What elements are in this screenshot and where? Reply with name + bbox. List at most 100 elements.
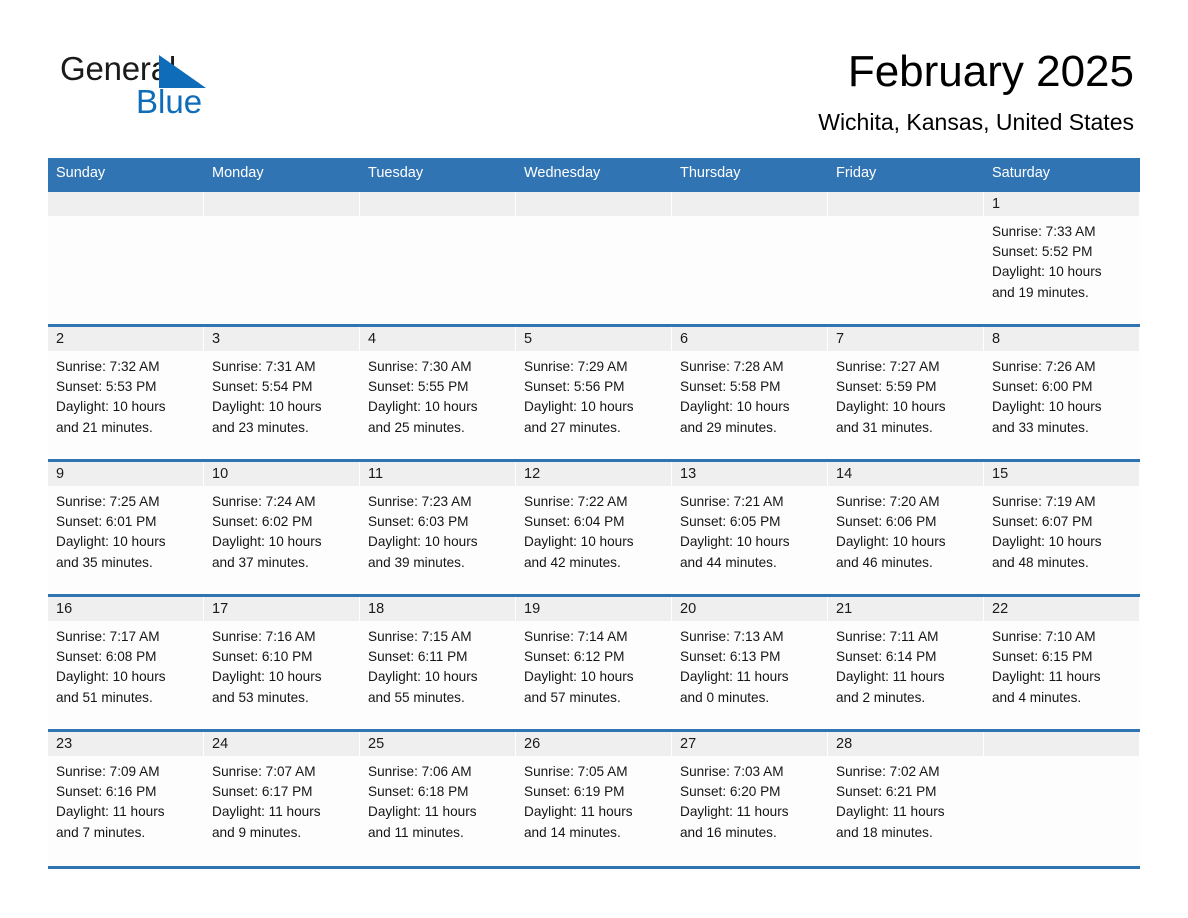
sunrise-text: Sunrise: 7:06 AM [368,764,472,779]
day-number: 19 [516,597,672,621]
calendar-day-cell[interactable]: 1 Sunrise: 7:33 AM Sunset: 5:52 PM Daylight… [984,189,1140,326]
calendar-day-cell[interactable]: 17 Sunrise: 7:16 AM Sunset: 6:10 PM Dayligh… [204,594,360,731]
page-header: General Blue February 2025 Wichita, Kans… [48,40,1140,148]
sunrise-text: Sunrise: 7:03 AM [680,764,784,779]
calendar-day-cell[interactable]: 19 Sunrise: 7:14 AM Sunset: 6:12 PM Dayligh… [516,594,672,731]
sunrise-text: Sunrise: 7:28 AM [680,359,784,374]
daylight-text: Daylight: 10 hours [992,264,1102,280]
day-details: Sunrise: 7:10 AM Sunset: 6:15 PM Daylight:… [984,621,1140,708]
sunrise-text: Sunrise: 7:07 AM [212,764,316,779]
daylight-text: Daylight: 10 hours [212,399,322,415]
daylight-text: Daylight: 10 hours [524,399,634,415]
weekday-header-tuesday: Tuesday [360,158,516,191]
calendar-day-cell[interactable]: 3 Sunrise: 7:31 AM Sunset: 5:54 PM Daylight… [204,324,360,461]
day-cell-inner: 12 Sunrise: 7:22 AM Sunset: 6:04 PM Dayligh… [516,462,672,594]
day-cell-inner: 15 Sunrise: 7:19 AM Sunset: 6:07 PM Dayligh… [984,462,1140,594]
day-cell-inner: 14 Sunrise: 7:20 AM Sunset: 6:06 PM Dayligh… [828,462,984,594]
calendar-day-cell[interactable]: 20 Sunrise: 7:13 AM Sunset: 6:13 PM Dayligh… [672,594,828,731]
sunrise-text: Sunrise: 7:32 AM [56,359,160,374]
calendar-week-row: 9 Sunrise: 7:25 AM Sunset: 6:01 PM Daylight… [48,459,1140,596]
calendar-day-cell[interactable]: 13 Sunrise: 7:21 AM Sunset: 6:05 PM Dayligh… [672,459,828,596]
calendar-day-cell[interactable]: 6 Sunrise: 7:28 AM Sunset: 5:58 PM Daylight… [672,324,828,461]
calendar-day-cell[interactable]: 25 Sunrise: 7:06 AM Sunset: 6:18 PM Dayligh… [360,729,516,866]
calendar-day-cell[interactable]: 4 Sunrise: 7:30 AM Sunset: 5:55 PM Daylight… [360,324,516,461]
sunrise-text: Sunrise: 7:15 AM [368,629,472,644]
calendar-week-row: 2 Sunrise: 7:32 AM Sunset: 5:53 PM Daylight… [48,324,1140,461]
day-details: Sunrise: 7:29 AM Sunset: 5:56 PM Daylight:… [516,351,672,438]
day-details: Sunrise: 7:11 AM Sunset: 6:14 PM Daylight:… [828,621,984,708]
sunset-text: Sunset: 5:53 PM [56,379,157,395]
sunrise-text: Sunrise: 7:31 AM [212,359,316,374]
calendar-day-cell[interactable]: 28 Sunrise: 7:02 AM Sunset: 6:21 PM Dayligh… [828,729,984,866]
daylight-text: Daylight: 11 hours [680,669,789,685]
calendar-day-cell[interactable]: 11 Sunrise: 7:23 AM Sunset: 6:03 PM Dayligh… [360,459,516,596]
day-cell-inner: 13 Sunrise: 7:21 AM Sunset: 6:05 PM Dayligh… [672,462,828,594]
calendar-day-cell[interactable]: 24 Sunrise: 7:07 AM Sunset: 6:17 PM Dayligh… [204,729,360,866]
sunrise-text: Sunrise: 7:20 AM [836,494,940,509]
day-number: 20 [672,597,828,621]
sunrise-text: Sunrise: 7:19 AM [992,494,1096,509]
calendar-day-cell[interactable]: 22 Sunrise: 7:10 AM Sunset: 6:15 PM Dayligh… [984,594,1140,731]
day-cell-inner [360,192,516,324]
day-number: 11 [360,462,516,486]
calendar-day-cell[interactable]: 26 Sunrise: 7:05 AM Sunset: 6:19 PM Dayligh… [516,729,672,866]
day-number: 7 [828,327,984,351]
calendar-week-row: 23 Sunrise: 7:09 AM Sunset: 6:16 PM Dayligh… [48,729,1140,866]
sunrise-text: Sunrise: 7:10 AM [992,629,1096,644]
day-cell-inner: 10 Sunrise: 7:24 AM Sunset: 6:02 PM Dayligh… [204,462,360,594]
day-number: 14 [828,462,984,486]
day-details: Sunrise: 7:13 AM Sunset: 6:13 PM Daylight:… [672,621,828,708]
sunset-text: Sunset: 5:55 PM [368,379,469,395]
daylight-text: Daylight: 11 hours [836,804,945,820]
calendar-day-cell[interactable]: 12 Sunrise: 7:22 AM Sunset: 6:04 PM Dayligh… [516,459,672,596]
sunrise-text: Sunrise: 7:27 AM [836,359,940,374]
sunset-text: Sunset: 6:16 PM [56,784,157,800]
weekday-header-saturday: Saturday [984,158,1140,191]
day-details: Sunrise: 7:16 AM Sunset: 6:10 PM Daylight:… [204,621,360,708]
calendar-day-cell[interactable]: 18 Sunrise: 7:15 AM Sunset: 6:11 PM Dayligh… [360,594,516,731]
sunrise-text: Sunrise: 7:23 AM [368,494,472,509]
daylight-text: Daylight: 11 hours [212,804,321,820]
day-number: 23 [48,732,204,756]
calendar-day-cell[interactable]: 16 Sunrise: 7:17 AM Sunset: 6:08 PM Dayligh… [48,594,204,731]
calendar-day-cell[interactable]: 2 Sunrise: 7:32 AM Sunset: 5:53 PM Daylight… [48,324,204,461]
weekday-header-wednesday: Wednesday [516,158,672,191]
day-details: Sunrise: 7:15 AM Sunset: 6:11 PM Daylight:… [360,621,516,708]
day-number [828,192,984,216]
day-number [360,192,516,216]
daylight-text: Daylight: 10 hours [56,669,166,685]
sunrise-text: Sunrise: 7:22 AM [524,494,628,509]
daylight-text: and 25 minutes. [368,419,465,435]
sunset-text: Sunset: 6:08 PM [56,649,157,665]
calendar-day-cell[interactable]: 21 Sunrise: 7:11 AM Sunset: 6:14 PM Dayligh… [828,594,984,731]
daylight-text: Daylight: 11 hours [680,804,789,820]
calendar-day-cell[interactable]: 5 Sunrise: 7:29 AM Sunset: 5:56 PM Daylight… [516,324,672,461]
generalblue-logo[interactable]: General Blue [60,50,260,126]
calendar-day-cell[interactable]: 10 Sunrise: 7:24 AM Sunset: 6:02 PM Dayligh… [204,459,360,596]
sunrise-text: Sunrise: 7:05 AM [524,764,628,779]
calendar-day-cell[interactable]: 9 Sunrise: 7:25 AM Sunset: 6:01 PM Daylight… [48,459,204,596]
day-number: 3 [204,327,360,351]
sunrise-text: Sunrise: 7:21 AM [680,494,784,509]
day-cell-inner: 3 Sunrise: 7:31 AM Sunset: 5:54 PM Daylight… [204,327,360,459]
sunrise-text: Sunrise: 7:33 AM [992,224,1096,239]
daylight-text: Daylight: 11 hours [524,804,633,820]
calendar-day-cell[interactable]: 15 Sunrise: 7:19 AM Sunset: 6:07 PM Dayligh… [984,459,1140,596]
day-cell-inner: 23 Sunrise: 7:09 AM Sunset: 6:16 PM Dayligh… [48,732,204,866]
calendar-day-cell[interactable]: 7 Sunrise: 7:27 AM Sunset: 5:59 PM Daylight… [828,324,984,461]
calendar-day-cell[interactable]: 14 Sunrise: 7:20 AM Sunset: 6:06 PM Dayligh… [828,459,984,596]
day-number: 2 [48,327,204,351]
calendar-day-cell[interactable]: 27 Sunrise: 7:03 AM Sunset: 6:20 PM Dayligh… [672,729,828,866]
calendar-day-cell[interactable]: 8 Sunrise: 7:26 AM Sunset: 6:00 PM Daylight… [984,324,1140,461]
sunset-text: Sunset: 6:00 PM [992,379,1093,395]
day-number [984,732,1140,756]
sunset-text: Sunset: 6:12 PM [524,649,625,665]
daylight-text: and 27 minutes. [524,419,621,435]
calendar-day-cell[interactable]: 23 Sunrise: 7:09 AM Sunset: 6:16 PM Dayligh… [48,729,204,866]
daylight-text: and 46 minutes. [836,554,933,570]
daylight-text: Daylight: 10 hours [212,534,322,550]
daylight-text: Daylight: 10 hours [992,534,1102,550]
daylight-text: and 55 minutes. [368,689,465,705]
day-number: 25 [360,732,516,756]
daylight-text: and 29 minutes. [680,419,777,435]
